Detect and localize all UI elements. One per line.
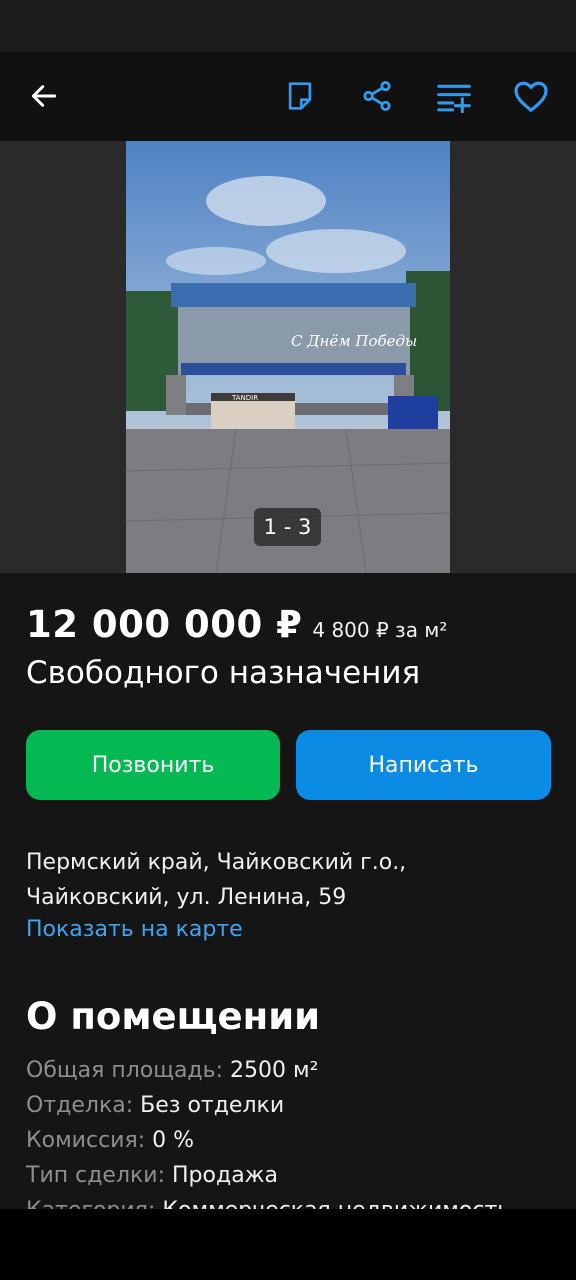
param-value: 2500 м²	[230, 1058, 319, 1083]
photo-banner-text: С Днём Победы	[291, 332, 417, 350]
price-row: 12 000 000 ₽ 4 800 ₽ за м²	[26, 603, 447, 646]
show-on-map-link[interactable]: Показать на карте	[26, 917, 243, 942]
param-row: Отделка: Без отделки	[26, 1088, 566, 1123]
favorite-button[interactable]	[511, 76, 551, 116]
note-icon	[288, 82, 312, 110]
note-button[interactable]	[280, 76, 320, 116]
photo-counter: 1 - 3	[254, 508, 321, 546]
back-button[interactable]	[24, 76, 64, 116]
param-row: Комиссия: 0 %	[26, 1123, 566, 1158]
system-navigation-bar	[0, 1209, 576, 1280]
param-row: Категория: Коммерческая недвижимость	[26, 1193, 566, 1209]
price-per-square-meter: 4 800 ₽ за м²	[312, 618, 448, 642]
photo-sign-text: TANDIR	[231, 394, 258, 402]
param-value: Коммерческая недвижимость	[162, 1198, 510, 1209]
arrow-left-icon	[31, 85, 57, 107]
photo-gallery[interactable]: С Днём Победы TANDIR 1 - 3	[0, 141, 576, 573]
top-app-bar	[0, 52, 576, 141]
param-row: Общая площадь: 2500 м²	[26, 1053, 566, 1088]
write-button[interactable]: Написать	[296, 730, 551, 800]
share-button[interactable]	[357, 76, 397, 116]
property-params: Общая площадь: 2500 м² Отделка: Без отде…	[26, 1053, 566, 1209]
param-value: Продажа	[172, 1163, 278, 1188]
address: Пермский край, Чайковский г.о., Чайковск…	[26, 850, 407, 910]
compare-button[interactable]	[434, 76, 474, 116]
property-type: Свободного назначения	[26, 655, 421, 691]
param-key: Категория:	[26, 1198, 155, 1209]
param-value: Без отделки	[140, 1093, 285, 1118]
about-section-title: О помещении	[26, 995, 321, 1038]
param-key: Комиссия:	[26, 1128, 146, 1153]
compare-icon	[437, 84, 471, 113]
status-bar	[0, 0, 576, 52]
share-icon	[363, 80, 391, 112]
param-key: Тип сделки:	[26, 1163, 166, 1188]
heart-icon	[514, 81, 548, 112]
call-button[interactable]: Позвонить	[26, 730, 280, 800]
listing-details: 12 000 000 ₽ 4 800 ₽ за м² Свободного на…	[0, 573, 576, 1209]
param-key: Отделка:	[26, 1093, 134, 1118]
param-value: 0 %	[152, 1128, 195, 1153]
param-row: Тип сделки: Продажа	[26, 1158, 566, 1193]
price: 12 000 000 ₽	[26, 603, 303, 646]
param-key: Общая площадь:	[26, 1058, 224, 1083]
